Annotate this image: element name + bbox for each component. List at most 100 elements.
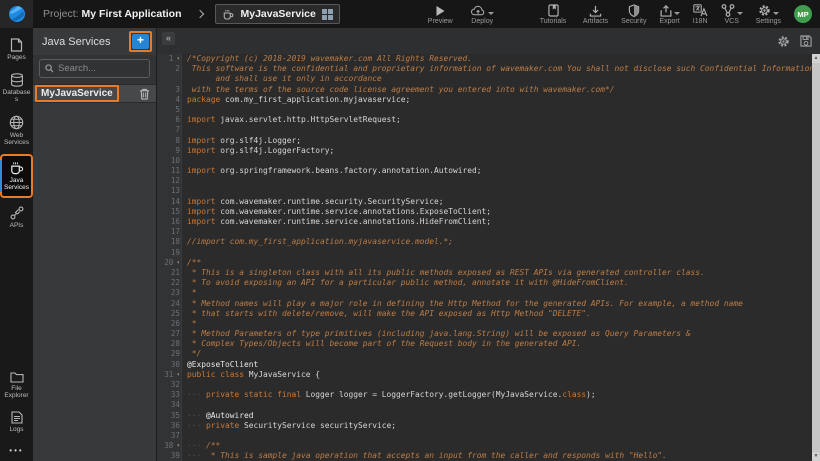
scroll-down-arrow-icon[interactable]: ▼: [812, 452, 820, 461]
code-line[interactable]: 34: [157, 400, 820, 410]
code-line[interactable]: and shall use it only in accordance: [157, 74, 820, 84]
tutorials-button[interactable]: Tutorials: [540, 4, 567, 25]
code-line[interactable]: 4package com.my_first_application.myjava…: [157, 95, 820, 105]
code-line[interactable]: 37: [157, 431, 820, 441]
line-number: [157, 74, 182, 84]
project-name[interactable]: My First Application: [82, 8, 182, 20]
code-line[interactable]: 20 ▾/**: [157, 258, 820, 268]
editor-body[interactable]: 1 ▾/*Copyright (c) 2018-2019 wavemaker.c…: [157, 54, 820, 461]
line-number[interactable]: 20 ▾: [157, 258, 182, 268]
line-number[interactable]: 31 ▾: [157, 370, 182, 380]
line-number: 3: [157, 85, 182, 95]
sidebar-item-apis[interactable]: APIs: [0, 200, 33, 235]
service-list-item[interactable]: MyJavaService: [33, 84, 156, 103]
line-number: 26: [157, 319, 182, 329]
line-number[interactable]: 38 ▾: [157, 441, 182, 451]
code-line[interactable]: 16import com.wavemaker.runtime.service.a…: [157, 217, 820, 227]
code-line[interactable]: 26 *: [157, 319, 820, 329]
code-line[interactable]: 3 with the terms of the source code lice…: [157, 85, 820, 95]
code-line[interactable]: 19: [157, 248, 820, 258]
tab-myjavaservice[interactable]: MyJavaService: [215, 4, 339, 24]
user-avatar[interactable]: MP: [794, 5, 812, 23]
line-number[interactable]: 1 ▾: [157, 54, 182, 64]
i18n-button[interactable]: I18N: [693, 4, 708, 25]
fold-toggle-icon[interactable]: ▾: [173, 372, 180, 378]
collapse-panel-button[interactable]: «: [162, 32, 175, 45]
code-line[interactable]: 18//import com.my_first_application.myja…: [157, 237, 820, 247]
code-line[interactable]: 39··· * This is sample java operation th…: [157, 451, 820, 461]
service-search-box[interactable]: [39, 59, 150, 78]
security-shield-icon: [628, 4, 640, 17]
java-services-panel: Java Services + MyJavaService: [33, 28, 157, 461]
code-line[interactable]: 29 */: [157, 349, 820, 359]
sidebar-item-java-services[interactable]: Java Services: [0, 154, 33, 198]
artifacts-button[interactable]: Artifacts: [583, 4, 608, 25]
code-line[interactable]: 21 * This is a singleton class with all …: [157, 268, 820, 278]
sidebar-item-pages[interactable]: Pages: [0, 32, 33, 67]
code-text: [182, 380, 187, 390]
settings-button[interactable]: Settings: [756, 4, 781, 25]
code-line[interactable]: 13: [157, 186, 820, 196]
code-line[interactable]: 33··· private static final Logger logger…: [157, 390, 820, 400]
service-search-input[interactable]: [58, 63, 143, 74]
code-line[interactable]: 35··· @Autowired: [157, 411, 820, 421]
save-floppy-icon[interactable]: [800, 35, 812, 47]
code-line[interactable]: 6import javax.servlet.http.HttpServletRe…: [157, 115, 820, 125]
delete-trash-icon[interactable]: [139, 88, 150, 100]
editor-settings-gear-icon[interactable]: [777, 35, 790, 48]
code-line[interactable]: 7: [157, 125, 820, 135]
code-line[interactable]: 28 * Complex Types/Objects will become p…: [157, 339, 820, 349]
service-grid-icon[interactable]: [322, 9, 333, 20]
code-line[interactable]: 17: [157, 227, 820, 237]
code-line[interactable]: 32: [157, 380, 820, 390]
deploy-button[interactable]: Deploy: [471, 4, 494, 25]
code-line[interactable]: 31 ▾public class MyJavaService {: [157, 370, 820, 380]
line-number: 25: [157, 309, 182, 319]
panel-header: Java Services +: [33, 28, 156, 55]
code-line[interactable]: 10: [157, 156, 820, 166]
code-line[interactable]: 24 * Method names will play a major role…: [157, 299, 820, 309]
line-number: 8: [157, 136, 182, 146]
sidebar-item-label: Java Services: [2, 177, 31, 192]
fold-toggle-icon[interactable]: ▾: [173, 443, 180, 449]
fold-toggle-icon[interactable]: ▾: [173, 56, 180, 62]
code-line[interactable]: 36··· private SecurityService securitySe…: [157, 421, 820, 431]
code-text: //import com.my_first_application.myjava…: [182, 237, 453, 247]
artifacts-download-icon: [589, 5, 602, 17]
sidebar-item-logs[interactable]: Logs: [0, 405, 33, 439]
security-button[interactable]: Security: [621, 4, 646, 25]
code-line[interactable]: 8import org.slf4j.Logger;: [157, 136, 820, 146]
sidebar-item-databases[interactable]: Databases: [0, 67, 33, 109]
sidebar-item-web-services[interactable]: Web Services: [0, 109, 33, 152]
code-line[interactable]: 23 *: [157, 288, 820, 298]
sidebar-item-file-explorer[interactable]: File Explorer: [0, 365, 33, 405]
export-button[interactable]: Export: [659, 4, 679, 25]
play-icon: [435, 5, 446, 17]
more-options-button[interactable]: •••: [9, 438, 23, 461]
code-line[interactable]: 12: [157, 176, 820, 186]
editor-vertical-scrollbar[interactable]: ▲ ▼: [812, 54, 820, 461]
scroll-up-arrow-icon[interactable]: ▲: [812, 54, 820, 63]
code-line[interactable]: 27 * Method Parameters of type primitive…: [157, 329, 820, 339]
code-line[interactable]: 5: [157, 105, 820, 115]
code-line[interactable]: 1 ▾/*Copyright (c) 2018-2019 wavemaker.c…: [157, 54, 820, 64]
code-line[interactable]: 25 * that starts with delete/remove, wil…: [157, 309, 820, 319]
code-line[interactable]: 30@ExposeToClient: [157, 360, 820, 370]
wavemaker-logo[interactable]: [0, 0, 33, 28]
code-line[interactable]: 11import org.springframework.beans.facto…: [157, 166, 820, 176]
line-number: 13: [157, 186, 182, 196]
code-line[interactable]: 15import com.wavemaker.runtime.service.a…: [157, 207, 820, 217]
code-line[interactable]: 38 ▾··· /**: [157, 441, 820, 451]
vcs-button[interactable]: VCS: [721, 4, 743, 25]
code-line[interactable]: 22 * To avoid exposing an API for a part…: [157, 278, 820, 288]
folder-icon: [10, 371, 24, 383]
code-text: import org.springframework.beans.factory…: [182, 166, 482, 176]
code-line[interactable]: 2 This software is the confidential and …: [157, 64, 820, 74]
add-java-service-button[interactable]: +: [132, 34, 149, 49]
line-number: 18: [157, 237, 182, 247]
code-line[interactable]: 9import org.slf4j.LoggerFactory;: [157, 146, 820, 156]
fold-toggle-icon[interactable]: ▾: [173, 260, 180, 266]
preview-button[interactable]: Preview: [428, 4, 453, 25]
vcs-branch-icon: [721, 4, 735, 17]
code-line[interactable]: 14import com.wavemaker.runtime.security.…: [157, 197, 820, 207]
